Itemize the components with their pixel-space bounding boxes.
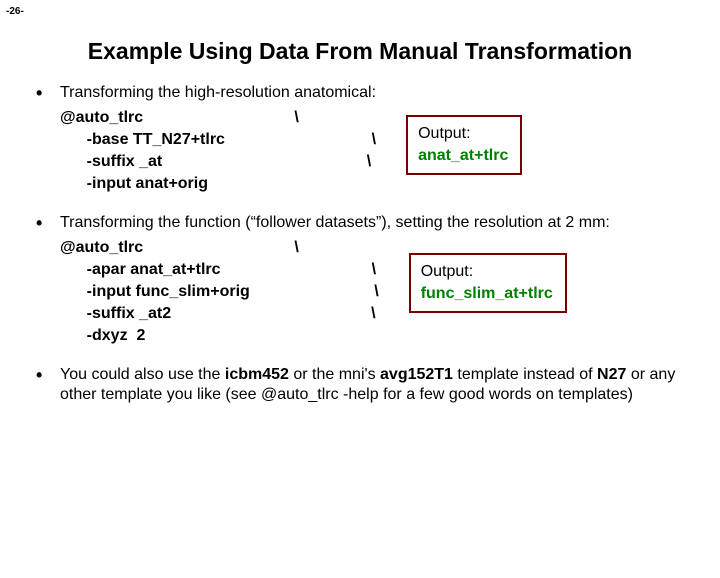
bullet-text-2: Transforming the function (“follower dat… xyxy=(60,213,684,233)
content-area: • Transforming the high-resolution anato… xyxy=(0,83,720,405)
cmd-line: -suffix _at2 \ xyxy=(60,303,379,325)
text-part: or the mni's xyxy=(289,366,380,383)
cmd-line: -input anat+orig xyxy=(60,173,376,195)
template-name-avg152t1: avg152T1 xyxy=(380,366,453,383)
bullet-item-1: • Transforming the high-resolution anato… xyxy=(36,83,684,103)
cmd-line: -apar anat_at+tlrc \ xyxy=(60,259,379,281)
output-box-1: Output: anat_at+tlrc xyxy=(406,115,522,175)
bullet-dot: • xyxy=(36,365,60,405)
bullet-1-body: @auto_tlrc \ -base TT_N27+tlrc \ -suffix… xyxy=(60,107,684,195)
cmd-line: -input func_slim+orig \ xyxy=(60,281,379,303)
cmd-line: @auto_tlrc \ xyxy=(60,237,379,259)
bullet-dot: • xyxy=(36,83,60,103)
command-block-2: @auto_tlrc \ -apar anat_at+tlrc \ -input… xyxy=(60,237,379,347)
bullet-text-3: You could also use the icbm452 or the mn… xyxy=(60,365,684,405)
text-part: template instead of xyxy=(453,366,597,383)
output-label: Output: xyxy=(418,123,508,145)
template-name-icbm452: icbm452 xyxy=(225,366,289,383)
bullet-dot: • xyxy=(36,213,60,233)
bullet-item-2: • Transforming the function (“follower d… xyxy=(36,213,684,233)
cmd-line: -base TT_N27+tlrc \ xyxy=(60,129,376,151)
output-value: anat_at+tlrc xyxy=(418,145,508,167)
cmd-line: -suffix _at \ xyxy=(60,151,376,173)
cmd-line: -dxyz 2 xyxy=(60,325,379,347)
bullet-text-1: Transforming the high-resolution anatomi… xyxy=(60,83,684,103)
bullet-2-body: @auto_tlrc \ -apar anat_at+tlrc \ -input… xyxy=(60,237,684,347)
cmd-line: @auto_tlrc \ xyxy=(60,107,376,129)
page-title: Example Using Data From Manual Transform… xyxy=(0,38,720,65)
output-value: func_slim_at+tlrc xyxy=(421,283,553,305)
command-block-1: @auto_tlrc \ -base TT_N27+tlrc \ -suffix… xyxy=(60,107,376,195)
bullet-item-3: • You could also use the icbm452 or the … xyxy=(36,365,684,405)
template-name-n27: N27 xyxy=(597,366,626,383)
page-number: -26- xyxy=(6,6,24,17)
output-label: Output: xyxy=(421,261,553,283)
output-box-2: Output: func_slim_at+tlrc xyxy=(409,253,567,313)
text-part: You could also use the xyxy=(60,366,225,383)
